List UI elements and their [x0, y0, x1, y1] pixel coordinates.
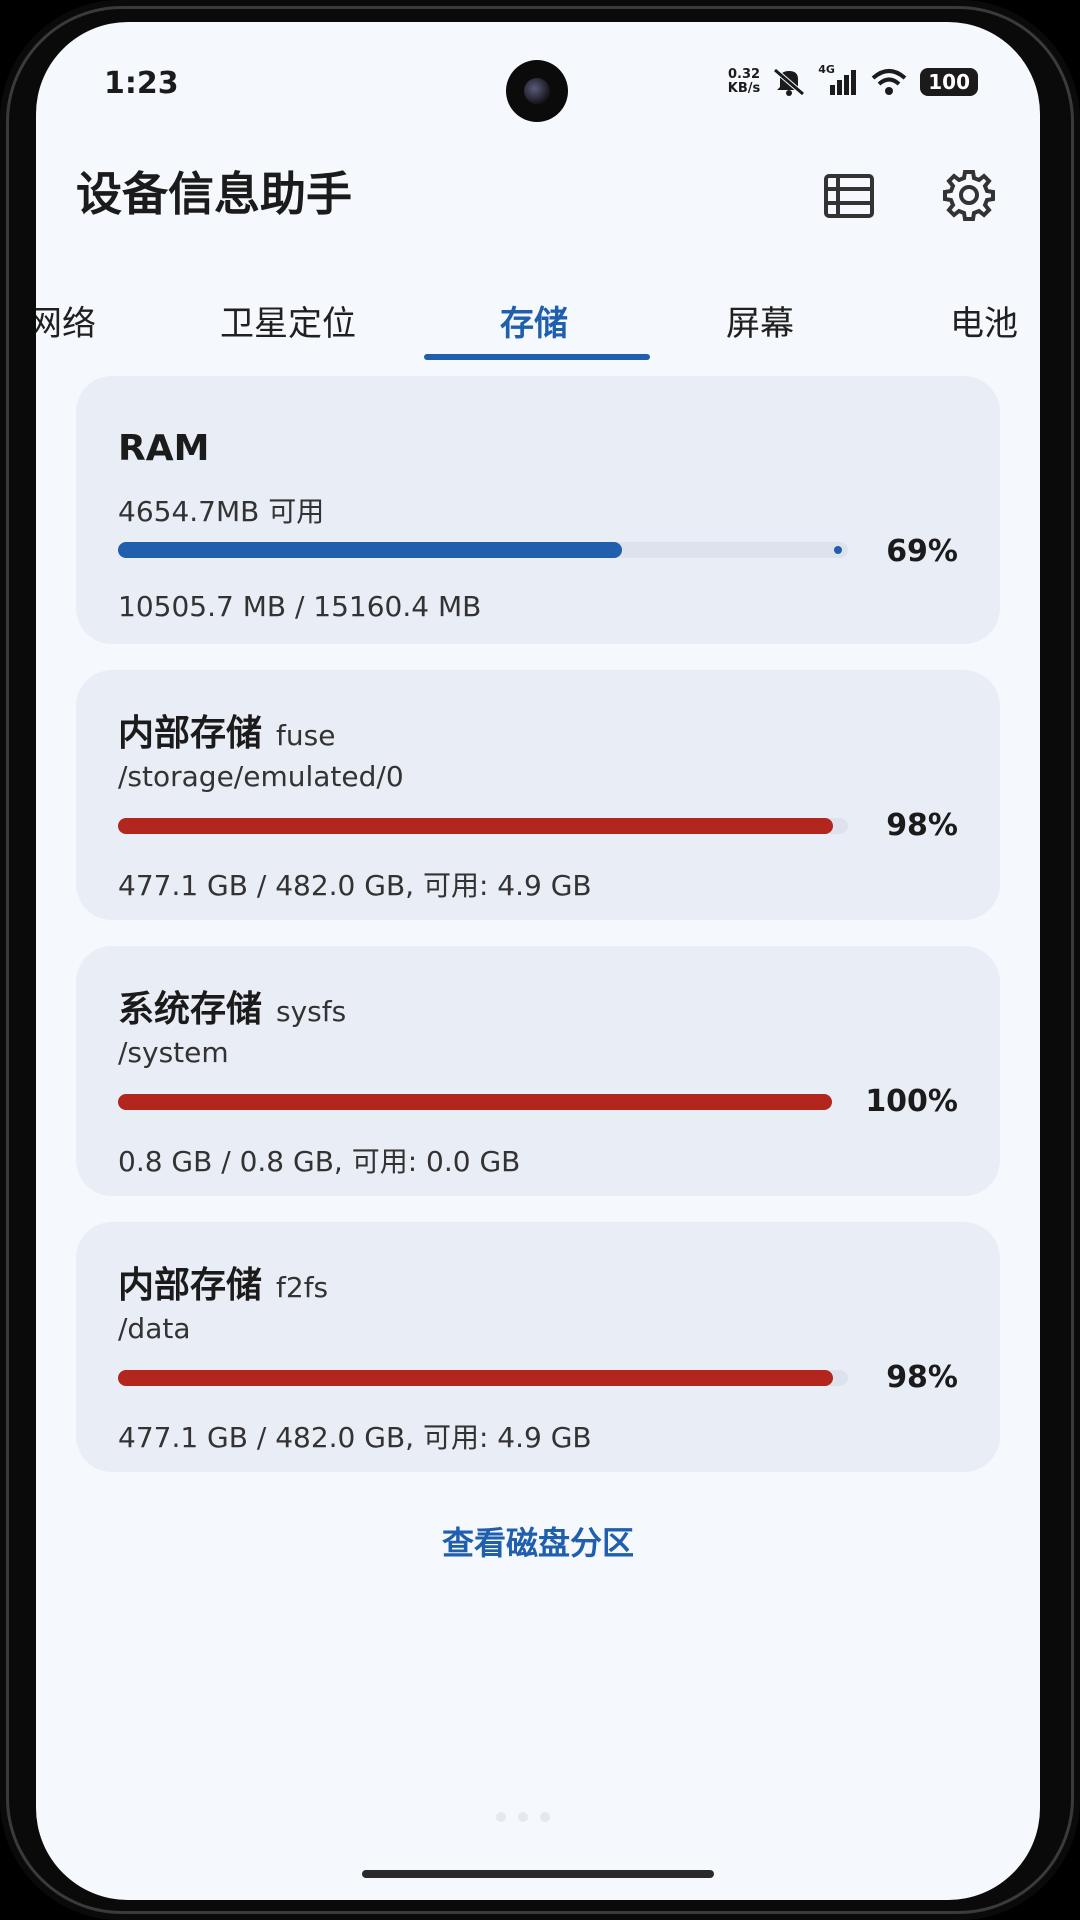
usage-bar-end — [834, 546, 842, 554]
tab-screen[interactable]: 屏幕 — [726, 296, 794, 345]
signal-icon: 4G — [818, 63, 858, 97]
usage-percent: 98% — [886, 1360, 958, 1395]
usage-detail: 0.8 GB / 0.8 GB, 可用: 0.0 GB — [118, 1145, 521, 1178]
usage-detail: 477.1 GB / 482.0 GB, 可用: 4.9 GB — [118, 869, 592, 902]
usage-bar — [118, 542, 848, 558]
card-title: 系统存储 sysfs — [118, 980, 346, 1032]
app-title: 设备信息助手 — [76, 167, 352, 221]
screen: 1:23 0.32 KB/s 4G 100 设备信息助手 网络 卫星定位 存储 … — [36, 22, 1040, 1900]
ram-card: RAM 4654.7MB 可用 69% 10505.7 MB / 15160.4… — [76, 376, 1000, 644]
usage-bar — [118, 1370, 848, 1386]
card-title: 内部存储 f2fs — [118, 1256, 328, 1308]
usage-percent: 100% — [865, 1084, 958, 1119]
mount-path: /system — [118, 1036, 229, 1069]
card-title-text: RAM — [118, 428, 210, 469]
card-title-text: 系统存储 — [118, 989, 263, 1030]
tab-bar: 网络 卫星定位 存储 屏幕 电池 — [36, 272, 1040, 362]
usage-bar — [118, 1094, 832, 1110]
usage-bar-fill — [118, 818, 833, 834]
net-speed-value: 0.32 — [727, 67, 761, 82]
wifi-icon — [871, 69, 907, 95]
home-indicator[interactable] — [362, 1870, 714, 1878]
mount-path: /storage/emulated/0 — [118, 760, 404, 793]
storage-card[interactable]: 内部存储 fuse /storage/emulated/0 98% 477.1 G… — [76, 670, 1000, 920]
page-indicator — [496, 1812, 550, 1822]
tab-network[interactable]: 网络 — [36, 296, 96, 345]
usage-bar-fill — [118, 542, 622, 558]
usage-detail: 10505.7 MB / 15160.4 MB — [118, 590, 482, 623]
front-camera — [506, 60, 568, 122]
page-dot — [518, 1812, 528, 1822]
list-icon[interactable] — [824, 174, 874, 218]
view-partitions-button[interactable]: 查看磁盘分区 — [36, 1518, 1040, 1564]
gear-icon[interactable] — [942, 168, 996, 222]
status-icons: 0.32 KB/s 4G 100 — [728, 62, 978, 102]
status-bar: 1:23 0.32 KB/s 4G 100 — [36, 22, 1040, 142]
usage-bar — [118, 818, 848, 834]
status-time: 1:23 — [104, 66, 179, 101]
mount-path: /data — [118, 1312, 191, 1345]
usage-bar-fill — [118, 1370, 833, 1386]
card-title: RAM — [118, 428, 209, 469]
filesystem-type: f2fs — [276, 1271, 329, 1304]
page-dot — [540, 1812, 550, 1822]
usage-percent: 98% — [886, 808, 958, 843]
page-dot — [496, 1812, 506, 1822]
net-speed-unit: KB/s — [727, 81, 761, 96]
storage-card[interactable]: 内部存储 f2fs /data 98% 477.1 GB / 482.0 GB, … — [76, 1222, 1000, 1472]
usage-detail: 477.1 GB / 482.0 GB, 可用: 4.9 GB — [118, 1421, 592, 1454]
tab-satellite[interactable]: 卫星定位 — [220, 296, 356, 345]
tab-storage[interactable]: 存储 — [500, 296, 568, 345]
mute-icon — [773, 68, 805, 96]
card-title: 内部存储 fuse — [118, 704, 335, 756]
usage-bar-fill — [118, 1094, 832, 1110]
filesystem-type: sysfs — [276, 995, 347, 1028]
card-subtitle: 4654.7MB 可用 — [118, 495, 325, 528]
phone-frame: 1:23 0.32 KB/s 4G 100 设备信息助手 网络 卫星定位 存储 … — [0, 0, 1080, 1920]
usage-percent: 69% — [886, 534, 958, 569]
card-title-text: 内部存储 — [118, 713, 263, 754]
storage-card[interactable]: 系统存储 sysfs /system 100% 0.8 GB / 0.8 GB, … — [76, 946, 1000, 1196]
card-title-text: 内部存储 — [118, 1265, 263, 1306]
net-speed: 0.32 KB/s — [728, 68, 760, 96]
tab-battery[interactable]: 电池 — [950, 296, 1018, 345]
filesystem-type: fuse — [276, 719, 336, 752]
battery-indicator: 100 — [920, 68, 978, 96]
tab-indicator — [424, 354, 650, 360]
